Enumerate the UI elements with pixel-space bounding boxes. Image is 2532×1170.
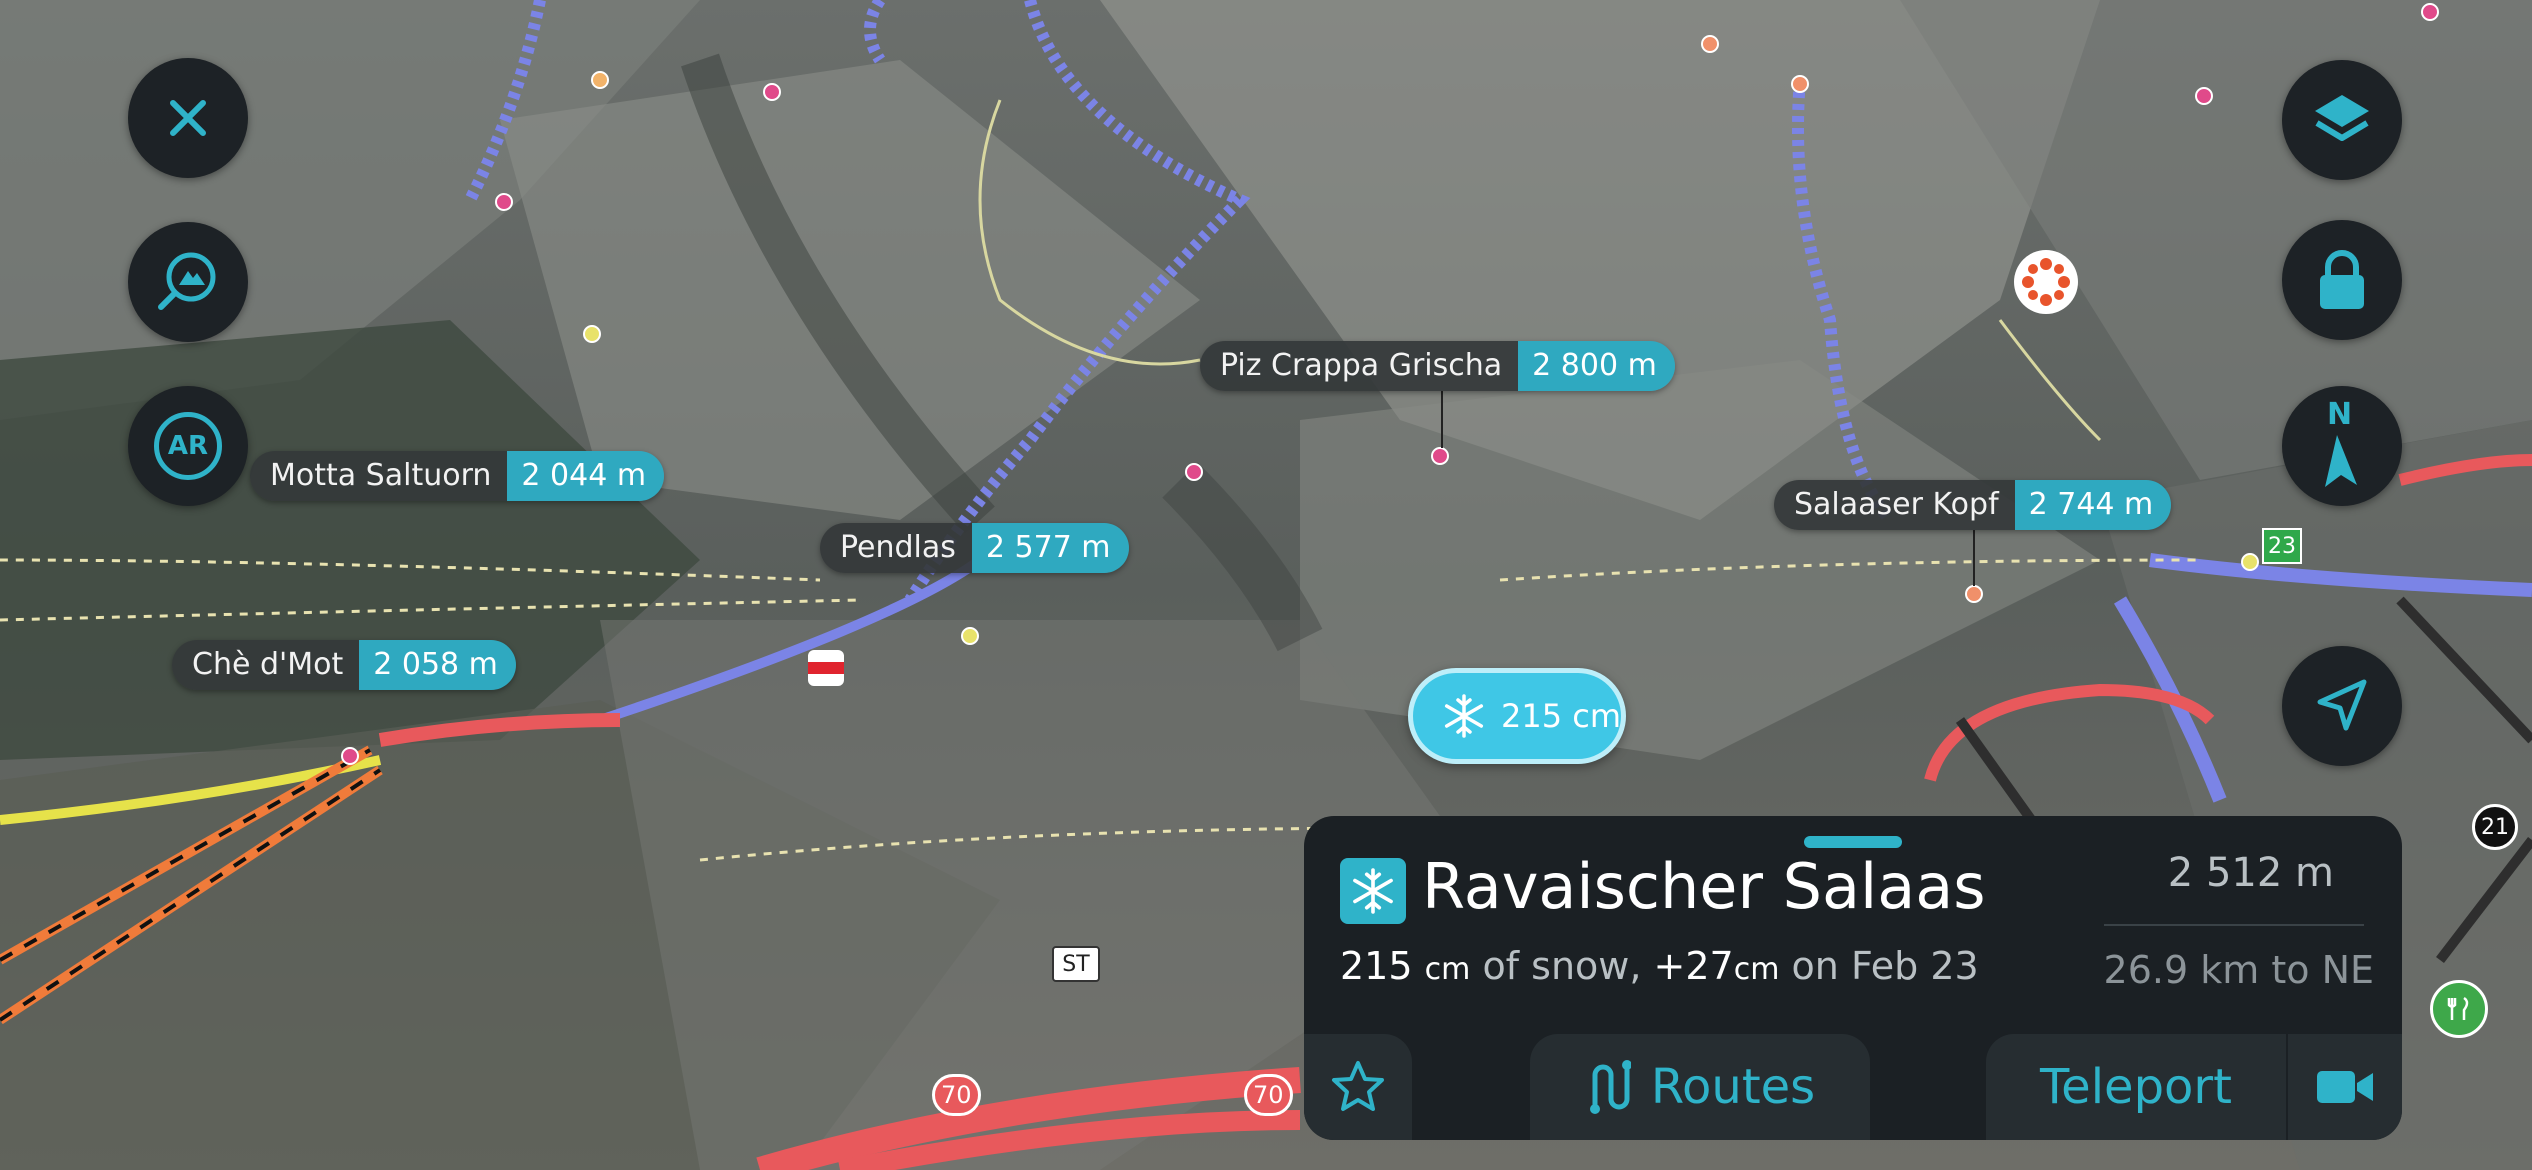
location-info-panel[interactable]: Ravaischer Salaas 215 cm of snow, +27cm … [1304, 816, 2402, 1140]
location-distance: 26.9 km to NE [2103, 948, 2374, 992]
video-button[interactable] [2288, 1034, 2402, 1140]
snow-date: on Feb 23 [1791, 944, 1979, 988]
search-peaks-button[interactable] [128, 222, 248, 342]
snow-summary: 215 cm of snow, +27cm on Feb 23 [1340, 944, 1979, 988]
favorite-button[interactable] [1304, 1034, 1412, 1140]
route-icon [1589, 1060, 1631, 1114]
teleport-button[interactable]: Teleport [1986, 1034, 2286, 1140]
close-button[interactable] [128, 58, 248, 178]
snow-depth-unit: cm [1424, 952, 1471, 987]
peak-name: Piz Crappa Grischa [1200, 341, 1519, 391]
star-icon [1332, 1061, 1384, 1111]
compass-icon: N [2307, 397, 2377, 491]
layers-button[interactable] [2282, 60, 2402, 180]
location-arrow-icon [2317, 679, 2367, 731]
restaurant-icon[interactable] [2430, 980, 2488, 1038]
routes-button[interactable]: Routes [1530, 1034, 1870, 1140]
peak-label-motta-saltuorn[interactable]: Motta Saltuorn 2 044 m [250, 451, 665, 501]
peak-elevation: 2 744 m [2014, 480, 2172, 530]
peak-elevation: 2 800 m [1518, 341, 1675, 391]
peak-label-pendlas[interactable]: Pendlas 2 577 m [820, 523, 1129, 573]
peak-elevation: 2 058 m [359, 640, 516, 690]
snow-station-icon [1340, 858, 1406, 924]
peak-name: Chè d'Mot [172, 640, 360, 690]
peak-name: Pendlas [820, 523, 972, 573]
location-title: Ravaischer Salaas [1422, 850, 1986, 923]
snow-depth-value: 215 [1340, 944, 1413, 988]
divider [2104, 924, 2364, 926]
new-snow-unit: cm [1733, 952, 1780, 987]
road-sign-st: ST [1052, 946, 1100, 982]
snow-depth-value: 215 cm [1501, 697, 1622, 735]
location-elevation: 2 512 m [2167, 850, 2334, 896]
video-camera-icon [2317, 1071, 2373, 1103]
peak-elevation: 2 044 m [507, 451, 665, 501]
peak-label-salaaser-kopf[interactable]: Salaaser Kopf 2 744 m [1774, 480, 2172, 530]
ar-icon: AR [154, 412, 222, 480]
search-mountain-icon [158, 252, 216, 310]
teleport-label: Teleport [2040, 1059, 2232, 1115]
snow-depth-chip[interactable]: 215 cm [1408, 668, 1626, 764]
layers-icon [2315, 95, 2369, 141]
snow-text: of snow, [1482, 944, 1642, 988]
ar-button[interactable]: AR [128, 386, 248, 506]
compass-button[interactable]: N [2282, 386, 2402, 506]
peak-elevation: 2 577 m [971, 523, 1129, 573]
peak-label-che-dmot[interactable]: Chè d'Mot 2 058 m [172, 640, 516, 690]
routes-label: Routes [1650, 1059, 1816, 1115]
peak-name: Salaaser Kopf [1774, 480, 2015, 530]
peak-name: Motta Saltuorn [250, 451, 508, 501]
snowflake-icon [1444, 694, 1484, 738]
drag-handle[interactable] [1804, 836, 1902, 848]
new-snow-value: +27 [1653, 944, 1734, 988]
piste-marker-70: 70 [932, 1074, 981, 1116]
route-marker-21: 21 [2472, 804, 2518, 850]
route-marker-23: 23 [2262, 528, 2302, 564]
lock-icon [2320, 250, 2364, 309]
peak-label-piz-crappa-grischa[interactable]: Piz Crappa Grischa 2 800 m [1200, 341, 1675, 391]
ar-label: AR [167, 431, 209, 461]
locate-me-button[interactable] [2282, 646, 2402, 766]
lock-view-button[interactable] [2282, 220, 2402, 340]
piste-marker-70: 70 [1244, 1074, 1293, 1116]
compass-north-label: N [2327, 397, 2353, 432]
close-icon [170, 100, 206, 136]
